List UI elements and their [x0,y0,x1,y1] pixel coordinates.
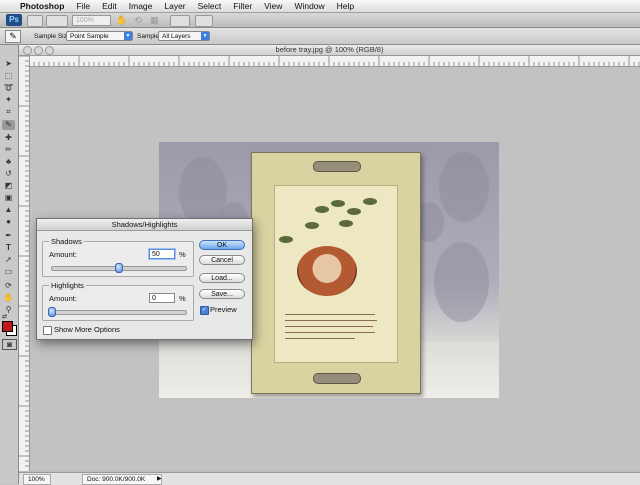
chevron-down-icon: ▼ [201,32,209,40]
menu-image[interactable]: Image [123,0,159,12]
screen-mode-icon[interactable] [195,15,213,27]
chevron-down-icon: ▼ [124,32,132,40]
highlights-amount-input[interactable]: 0 [149,293,175,303]
menu-select[interactable]: Select [192,0,228,12]
vertical-ruler-ticks [19,55,29,467]
app-menu[interactable]: Photoshop [18,0,70,12]
path-selection-tool-icon[interactable]: ➚ [2,255,15,265]
status-menu-arrow-icon[interactable]: ▶ [157,475,162,482]
highlights-amount-slider[interactable] [51,310,187,315]
shadows-amount-label: Amount: [49,250,77,259]
crop-tool-icon[interactable]: ⌗ [2,107,15,117]
history-brush-tool-icon[interactable]: ↺ [2,169,15,179]
horizontal-ruler-ticks [28,56,640,66]
sample-select[interactable]: All Layers ▼ [158,31,210,41]
status-zoom-field[interactable]: 100% [23,474,51,485]
zoom-level-field[interactable]: 100% [72,15,111,26]
menu-help[interactable]: Help [331,0,360,12]
hand-tool-icon[interactable]: ✋ [116,15,127,26]
highlights-group: Highlights Amount: 0 % [42,281,194,321]
show-more-options-label: Show More Options [54,325,120,334]
3d-rotate-tool-icon[interactable]: ⟳ [2,281,15,291]
foreground-color-swatch[interactable] [2,321,13,332]
quick-mask-icon[interactable]: ◙ [2,339,17,350]
dialog-title: Shadows/Highlights [37,219,252,231]
bridge-icon[interactable] [27,15,43,27]
load-button[interactable]: Load... [199,273,245,283]
preview-label: Preview [210,305,237,314]
type-tool-icon[interactable]: T [2,243,15,253]
eyedropper-tool-icon[interactable]: ✎ [2,120,15,130]
brush-tool-icon[interactable]: ✏ [2,145,15,155]
healing-brush-tool-icon[interactable]: ✚ [2,133,15,143]
document-titlebar: before tray.jpg @ 100% (RGB/8) [19,45,640,56]
highlights-label: Highlights [49,281,86,290]
tray-bottom-handle [313,373,361,384]
ok-button[interactable]: OK [199,240,245,250]
highlights-percent-label: % [179,294,186,303]
status-doc-size: Doc: 900.0K/900.0K [82,474,162,485]
shadows-group: Shadows Amount: 50 % [42,237,194,277]
document-title: before tray.jpg @ 100% (RGB/8) [275,45,384,54]
swap-colors-icon[interactable]: ⇄ [2,313,7,320]
clone-stamp-tool-icon[interactable]: ♣ [2,157,15,167]
tray-top-handle [313,161,361,172]
marquee-tool-icon[interactable]: ⬚ [2,71,15,81]
grid-icon[interactable]: ▦ [150,15,159,26]
eraser-tool-icon[interactable]: ◩ [2,181,15,191]
status-bar: 100% Doc: 900.0K/900.0K ▶ [19,472,640,485]
menu-window[interactable]: Window [288,0,330,12]
bird-nest-illustration [297,246,357,296]
sample-value: All Layers [162,33,191,40]
eyedropper-tool-preset-icon[interactable]: ✎ [5,30,21,43]
magic-wand-tool-icon[interactable]: ✦ [2,95,15,105]
dodge-tool-icon[interactable]: ● [2,217,15,227]
menu-edit[interactable]: Edit [96,0,123,12]
highlights-slider-thumb[interactable] [48,307,56,317]
pen-tool-icon[interactable]: ✒ [2,231,15,241]
highlights-amount-label: Amount: [49,294,77,303]
options-bar: ✎ Sample Size: Point Sample ▼ Sample: Al… [0,28,640,45]
application-bar: Ps 100% ✋ ⟲ ▦ [0,13,640,28]
menu-bar: Photoshop File Edit Image Layer Select F… [0,0,640,13]
menu-filter[interactable]: Filter [227,0,258,12]
rotate-view-icon[interactable]: ⟲ [134,15,142,26]
shape-tool-icon[interactable]: ▭ [2,267,15,277]
hand-tool-icon[interactable]: ✋ [2,293,15,303]
sample-size-select[interactable]: Point Sample ▼ [66,31,133,41]
horizontal-ruler[interactable] [28,56,640,67]
arrange-documents-icon[interactable] [170,15,190,27]
wooden-tray [251,152,421,394]
shadows-highlights-dialog: Shadows/Highlights Shadows Amount: 50 % … [36,218,253,340]
save-button[interactable]: Save... [199,289,245,299]
menu-layer[interactable]: Layer [158,0,191,12]
move-tool-icon[interactable]: ➤ [2,59,15,69]
lasso-tool-icon[interactable]: ➰ [2,83,15,93]
toolbox: ➤ ⬚ ➰ ✦ ⌗ ✎ ✚ ✏ ♣ ↺ ◩ ▣ ▲ ● ✒ T ➚ ▭ ⟳ ✋ … [0,45,19,484]
shadows-slider-thumb[interactable] [115,263,123,273]
view-extras-icon[interactable] [46,15,68,27]
preview-checkbox[interactable]: ✓ [200,306,209,315]
vertical-ruler[interactable] [19,55,30,471]
shadows-percent-label: % [179,250,186,259]
blur-tool-icon[interactable]: ▲ [2,205,15,215]
shadows-label: Shadows [49,237,84,246]
menu-file[interactable]: File [70,0,96,12]
photoshop-logo-icon[interactable]: Ps [6,14,22,26]
cancel-button[interactable]: Cancel [199,255,245,265]
menu-view[interactable]: View [258,0,288,12]
gradient-tool-icon[interactable]: ▣ [2,193,15,203]
shadows-amount-input[interactable]: 50 [149,249,175,259]
tray-decoupage-print [274,185,398,363]
sample-size-value: Point Sample [70,33,109,40]
show-more-options-checkbox[interactable] [43,326,52,335]
